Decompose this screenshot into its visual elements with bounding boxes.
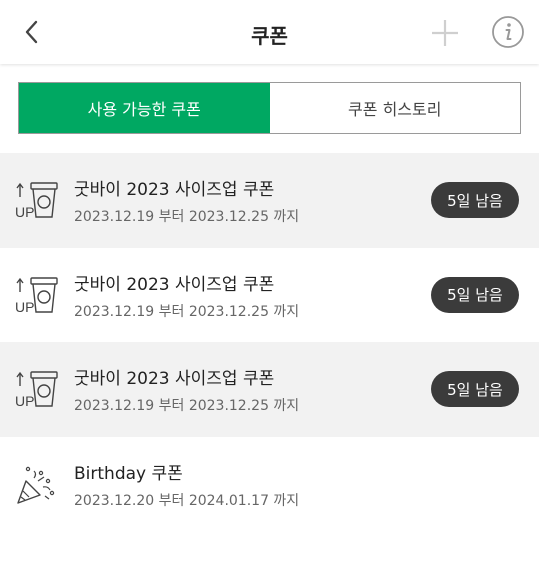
days-left-badge: 5일 남음 <box>431 182 519 218</box>
coupon-dates: 2023.12.20 부터 2024.01.17 까지 <box>74 492 300 509</box>
add-icon[interactable] <box>430 18 460 48</box>
size-up-cup-icon: UP <box>15 371 58 409</box>
days-left-badge: 5일 남음 <box>431 276 519 313</box>
coupon-dates: 2023.12.19 부터 2023.12.25 까지 <box>74 303 300 320</box>
coupon-name: 굿바이 2023 사이즈업 쿠폰 <box>74 274 275 295</box>
info-icon[interactable] <box>491 15 525 49</box>
coupon-list-item[interactable]: UP 굿바이 2023 사이즈업 쿠폰 2023.12.19 부터 2023.1… <box>0 248 539 343</box>
svg-text:UP: UP <box>15 393 34 409</box>
size-up-cup-icon: UP <box>15 182 58 220</box>
coupon-dates: 2023.12.19 부터 2023.12.25 까지 <box>74 209 300 225</box>
size-up-cup-icon: UP <box>15 276 58 315</box>
svg-text:UP: UP <box>15 299 34 315</box>
coupon-list-item[interactable]: UP 굿바이 2023 사이즈업 쿠폰 2023.12.19 부터 2023.1… <box>0 153 539 248</box>
coupon-list: UP 굿바이 2023 사이즈업 쿠폰 2023.12.19 부터 2023.1… <box>0 153 539 531</box>
tab-available-coupons[interactable]: 사용 가능한 쿠폰 <box>19 83 270 133</box>
coupon-name: Birthday 쿠폰 <box>74 463 183 484</box>
app-header: 쿠폰 <box>0 0 539 64</box>
coupon-list-item[interactable]: Birthday 쿠폰 2023.12.20 부터 2024.01.17 까지 <box>0 437 539 532</box>
svg-text:UP: UP <box>15 204 34 220</box>
coupon-tabs: 사용 가능한 쿠폰 쿠폰 히스토리 <box>18 82 521 134</box>
tab-coupon-history[interactable]: 쿠폰 히스토리 <box>269 83 520 133</box>
coupon-name: 굿바이 2023 사이즈업 쿠폰 <box>74 369 275 389</box>
coupon-list-item[interactable]: UP 굿바이 2023 사이즈업 쿠폰 2023.12.19 부터 2023.1… <box>0 342 539 437</box>
coupon-dates: 2023.12.19 부터 2023.12.25 까지 <box>74 398 300 414</box>
days-left-badge: 5일 남음 <box>431 371 519 407</box>
party-popper-icon <box>17 466 55 504</box>
coupon-name: 굿바이 2023 사이즈업 쿠폰 <box>74 180 275 200</box>
